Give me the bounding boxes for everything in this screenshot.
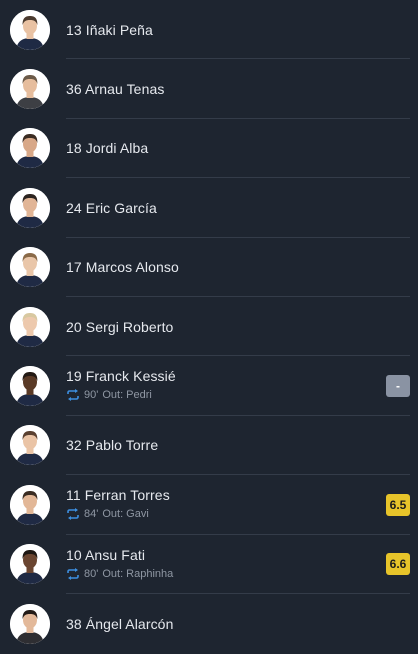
player-row[interactable]: 20 Sergi Roberto (0, 297, 418, 357)
player-name: 38 Ángel Alarcón (66, 615, 174, 632)
player-rating-badge: - (386, 375, 410, 398)
substitution-minute: 80' (84, 567, 99, 580)
player-name: 10 Ansu Fati (66, 546, 146, 563)
substitution-arrows-icon (66, 567, 80, 580)
player-row[interactable]: 38 Ángel Alarcón (0, 594, 418, 653)
player-avatar (10, 9, 50, 50)
player-avatar (10, 484, 50, 525)
player-row[interactable]: 11 Ferran Torres 84' Out: Gavi 6.5 (0, 475, 418, 535)
player-row[interactable]: 18 Jordi Alba (0, 119, 418, 179)
player-avatar (10, 187, 50, 228)
player-row[interactable]: 36 Arnau Tenas (0, 59, 418, 119)
player-row[interactable]: 24 Eric García (0, 178, 418, 238)
player-row[interactable]: 19 Franck Kessié 90' Out: Pedri - (0, 356, 418, 416)
substitution-info: 90' Out: Pedri (66, 389, 152, 402)
player-avatar (10, 69, 50, 110)
player-row[interactable]: 32 Pablo Torre (0, 416, 418, 476)
substitution-arrows-icon (66, 508, 80, 521)
player-name: 13 Iñaki Peña (66, 21, 153, 38)
substitution-out-player: Out: Raphinha (102, 567, 174, 580)
player-avatar (10, 306, 50, 347)
substitution-arrows-icon (66, 389, 80, 402)
player-avatar (10, 366, 50, 407)
substitutes-list: 13 Iñaki Peña 36 Arnau Tenas 18 Jordi Alba… (0, 0, 418, 654)
player-name: 32 Pablo Torre (66, 437, 159, 454)
substitution-minute: 90' (84, 389, 99, 402)
substitution-info: 84' Out: Gavi (66, 508, 149, 521)
substitution-out-player: Out: Pedri (102, 389, 152, 402)
player-avatar (10, 544, 50, 585)
player-rating-badge: 6.5 (386, 493, 410, 516)
player-row[interactable]: 10 Ansu Fati 80' Out: Raphinha 6.6 (0, 535, 418, 594)
player-name: 11 Ferran Torres (66, 487, 170, 504)
player-avatar (10, 247, 50, 288)
substitution-info: 80' Out: Raphinha (66, 567, 174, 580)
substitution-minute: 84' (84, 508, 99, 521)
player-row[interactable]: 13 Iñaki Peña (0, 0, 418, 60)
player-avatar (10, 425, 50, 466)
player-name: 18 Jordi Alba (66, 140, 149, 157)
player-name: 36 Arnau Tenas (66, 81, 165, 98)
player-row[interactable]: 17 Marcos Alonso (0, 238, 418, 297)
player-name: 17 Marcos Alonso (66, 259, 179, 276)
player-name: 19 Franck Kessié (66, 368, 176, 385)
player-name: 24 Eric García (66, 199, 157, 216)
player-avatar (10, 128, 50, 169)
player-name: 20 Sergi Roberto (66, 318, 174, 335)
substitution-out-player: Out: Gavi (102, 508, 149, 521)
player-rating-badge: 6.6 (386, 553, 410, 576)
player-avatar (10, 603, 50, 644)
